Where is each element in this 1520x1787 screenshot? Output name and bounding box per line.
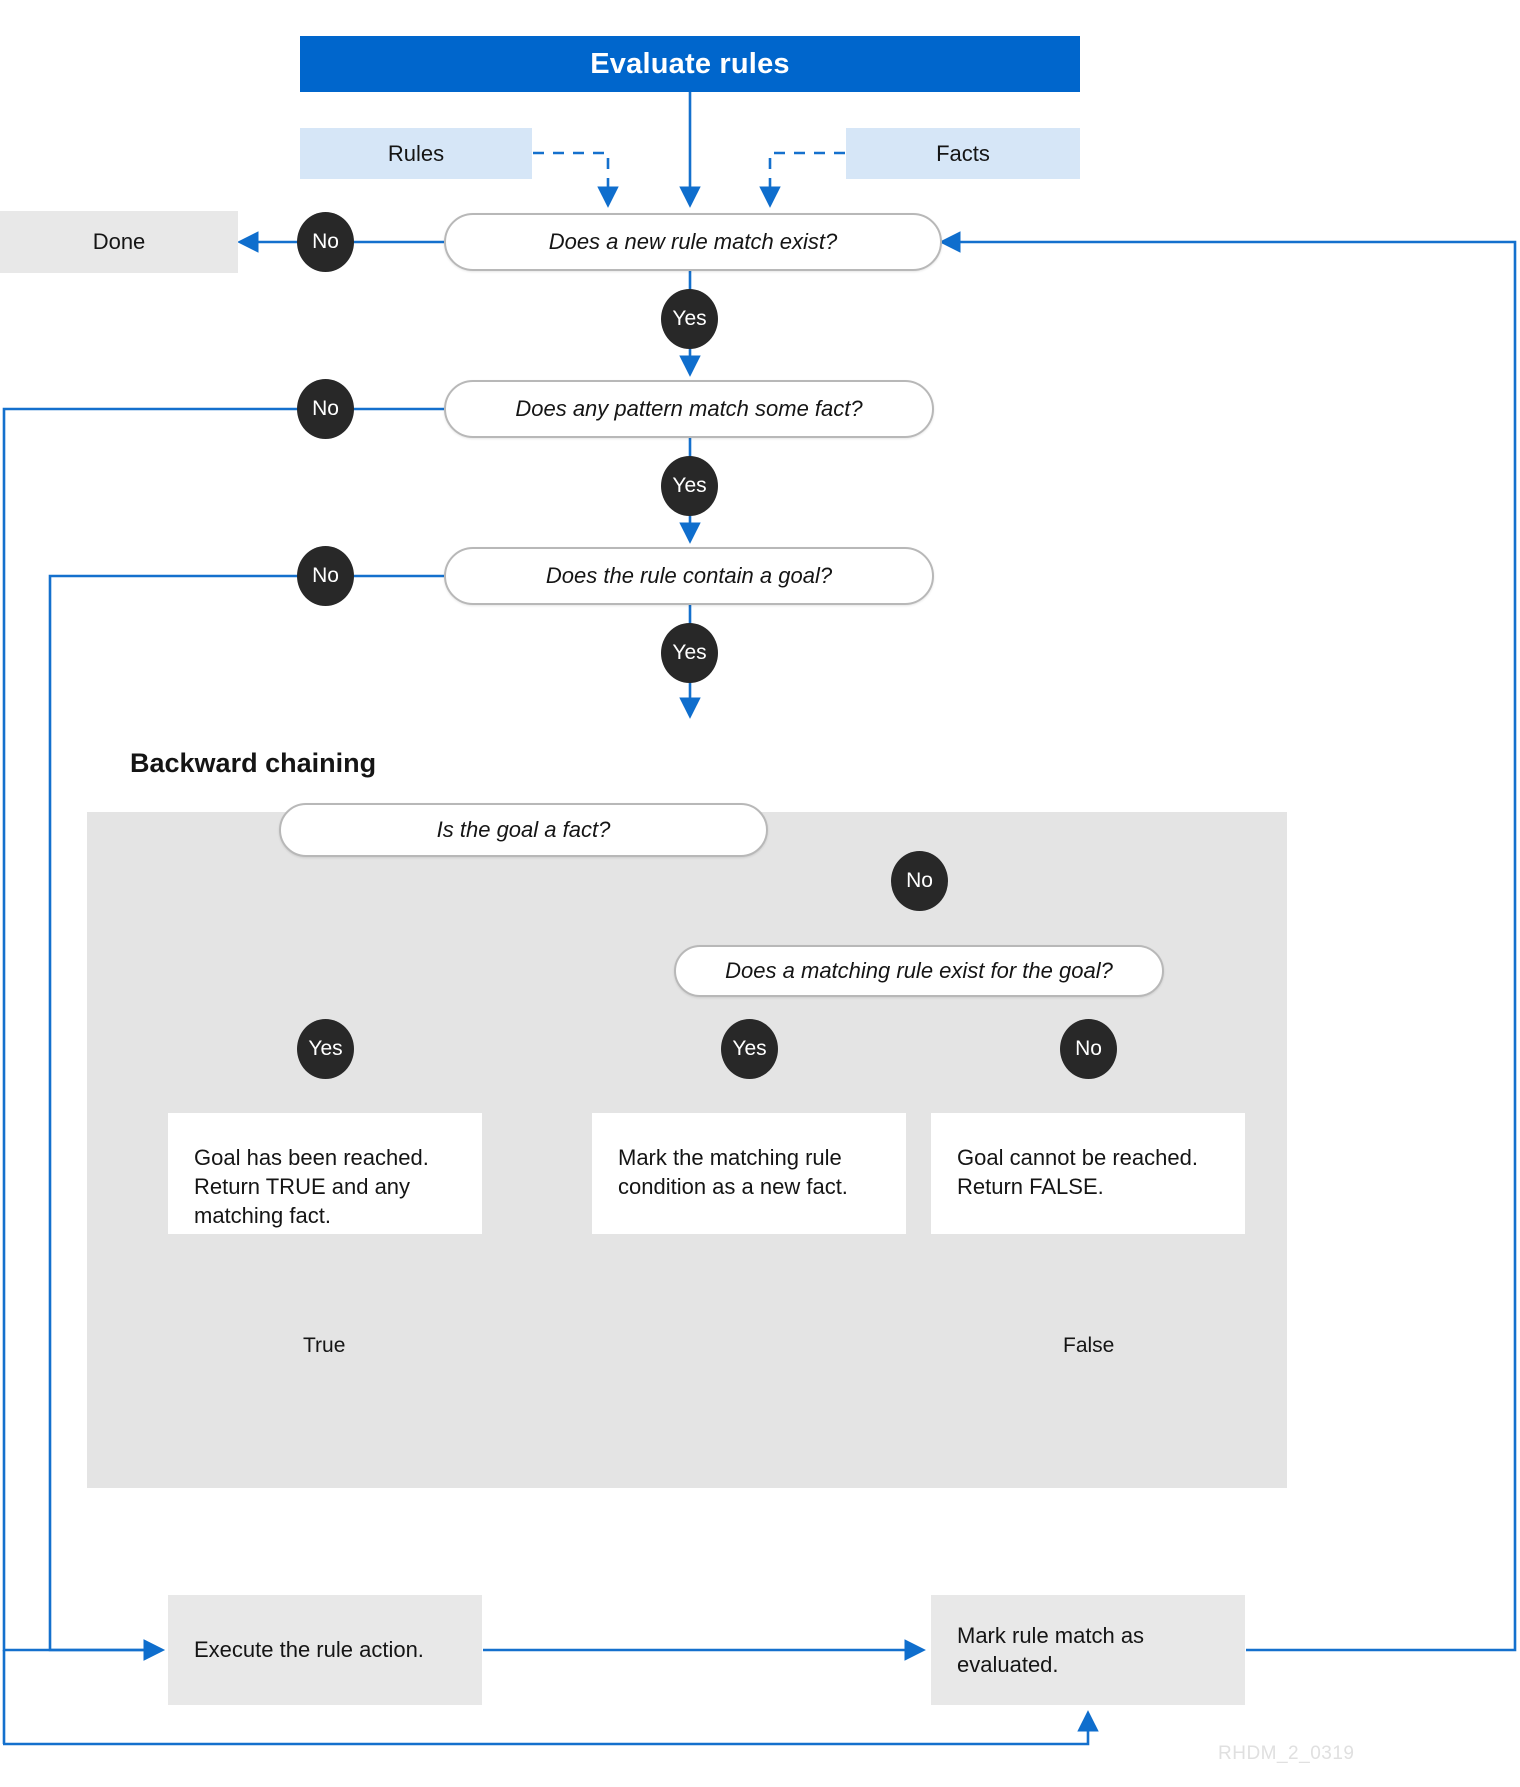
badge-yes-goal-fact: Yes	[297, 1019, 354, 1079]
terminal-done: Done	[0, 211, 238, 273]
badge-no-new-rule-match: No	[297, 212, 354, 272]
watermark: RHDM_2_0319	[1218, 1743, 1355, 1764]
result-goal-unreachable: Goal cannot be reached. Return FALSE.	[931, 1113, 1245, 1234]
input-rules: Rules	[300, 128, 532, 179]
decision-goal-fact: Is the goal a fact?	[279, 803, 768, 857]
edge-label-true: True	[303, 1334, 346, 1357]
action-execute-rule: Execute the rule action.	[168, 1595, 482, 1705]
badge-yes-matching-rule: Yes	[721, 1019, 778, 1079]
badge-no-matching-rule: No	[1060, 1019, 1117, 1079]
badge-yes-pattern-match: Yes	[661, 456, 718, 516]
decision-matching-rule: Does a matching rule exist for the goal?	[674, 945, 1164, 997]
badge-no-goal-fact: No	[891, 851, 948, 911]
badge-yes-rule-goal: Yes	[661, 623, 718, 683]
result-goal-reached: Goal has been reached. Return TRUE and a…	[168, 1113, 482, 1234]
backward-chaining-title: Backward chaining	[130, 748, 377, 778]
badge-no-rule-goal: No	[297, 546, 354, 606]
badge-yes-new-rule-match: Yes	[661, 289, 718, 349]
page-title: Evaluate rules	[300, 36, 1080, 92]
edge-label-false: False	[1063, 1334, 1115, 1357]
decision-pattern-match: Does any pattern match some fact?	[444, 380, 934, 438]
badge-no-pattern-match: No	[297, 379, 354, 439]
input-facts: Facts	[846, 128, 1080, 179]
terminal-done-label: Done	[92, 229, 146, 255]
decision-rule-goal: Does the rule contain a goal?	[444, 547, 934, 605]
result-new-fact: Mark the matching rule condition as a ne…	[592, 1113, 906, 1234]
decision-new-rule-match: Does a new rule match exist?	[444, 213, 942, 271]
flowchart-diagram: Backward chaining Evaluate rules Rules F…	[0, 0, 1520, 1787]
action-mark-evaluated: Mark rule match as evaluated.	[931, 1595, 1245, 1705]
